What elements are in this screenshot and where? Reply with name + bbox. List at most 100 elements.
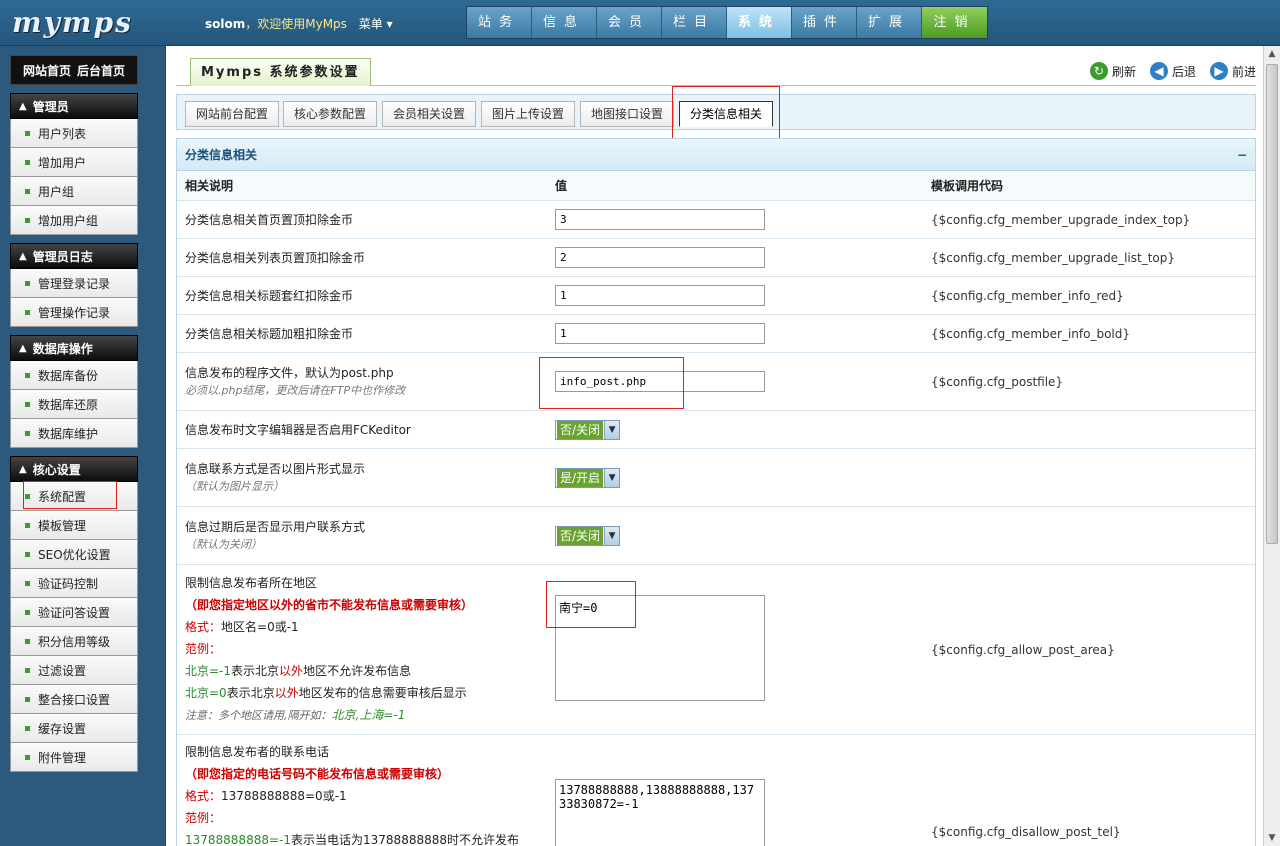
sidebar-item-seo[interactable]: SEO优化设置 xyxy=(10,540,138,569)
bullet-icon xyxy=(25,309,30,315)
column-header: 相关说明 值 模板调用代码 xyxy=(177,171,1255,201)
format-value: 地区名=0或-1 xyxy=(221,620,299,634)
nav-logout[interactable]: 注销 xyxy=(922,7,987,38)
setting-warning: （即您指定的电话号码不能发布信息或需要审核） xyxy=(185,767,450,781)
select-value: 是/开启 xyxy=(557,468,604,487)
disallow-tel-textarea[interactable]: 13788888888,13888888888,13733830872=-1 xyxy=(555,779,765,846)
admin-home-link[interactable]: 后台首页 xyxy=(77,62,125,79)
setting-label: 信息发布的程序文件，默认为post.php xyxy=(185,365,394,380)
bullet-icon xyxy=(25,130,30,136)
example-text: 表示北京 xyxy=(231,664,280,678)
nav-info[interactable]: 信息 xyxy=(532,7,597,38)
sidebar-item-label: 用户组 xyxy=(38,184,75,199)
sidebar-item-db-backup[interactable]: 数据库备份 xyxy=(10,361,138,390)
list-top-coin-input[interactable] xyxy=(555,247,765,268)
tab-member-config[interactable]: 会员相关设置 xyxy=(382,101,477,127)
fckeditor-select[interactable]: 否/关闭 ▼ xyxy=(555,419,621,440)
nav-station[interactable]: 站务 xyxy=(467,7,532,38)
example-code: 13788888888=-1 xyxy=(185,833,292,846)
nav-system[interactable]: 系统 xyxy=(727,7,792,38)
setting-label: 信息过期后是否显示用户联系方式 xyxy=(185,519,366,534)
refresh-label: 刷新 xyxy=(1111,64,1136,79)
nav-extend[interactable]: 扩展 xyxy=(857,7,922,38)
refresh-button[interactable]: ↻ 刷新 xyxy=(1089,62,1136,80)
sidebar-item-label: 附件管理 xyxy=(38,750,87,765)
sidebar-item-operation-log[interactable]: 管理操作记录 xyxy=(10,298,138,327)
tab-core-config[interactable]: 核心参数配置 xyxy=(283,101,378,127)
sidebar-group-header[interactable]: ▲ 数据库操作 xyxy=(10,335,138,361)
bullet-icon xyxy=(25,217,30,223)
sidebar-item-filter[interactable]: 过滤设置 xyxy=(10,656,138,685)
bullet-icon xyxy=(25,551,30,557)
sidebar-group-header[interactable]: ▲ 核心设置 xyxy=(10,456,138,482)
example-label: 范例： xyxy=(185,811,222,825)
setting-label: 分类信息相关首页置顶扣除金币 xyxy=(185,212,354,227)
sidebar-item-label: 数据库备份 xyxy=(38,368,99,383)
allow-area-textarea[interactable]: 南宁=0 xyxy=(555,595,765,701)
sidebar-item-login-log[interactable]: 管理登录记录 xyxy=(10,269,138,298)
sidebar-item-label: 用户列表 xyxy=(38,126,87,141)
index-top-coin-input[interactable] xyxy=(555,209,765,230)
sidebar-item-label: 数据库还原 xyxy=(38,397,99,412)
format-line: 格式：地区名=0或-1 xyxy=(185,616,555,638)
tab-frontend-config[interactable]: 网站前台配置 xyxy=(185,101,280,127)
sidebar-item-add-user-group[interactable]: 增加用户组 xyxy=(10,206,138,235)
title-red-coin-input[interactable] xyxy=(555,285,765,306)
title-bold-coin-input[interactable] xyxy=(555,323,765,344)
sidebar-item-captcha[interactable]: 验证码控制 xyxy=(10,569,138,598)
nav-plugin[interactable]: 插件 xyxy=(792,7,857,38)
bullet-icon xyxy=(25,609,30,615)
nav-member[interactable]: 会员 xyxy=(597,7,662,38)
format-line: 格式：13788888888=0或-1 xyxy=(185,785,555,807)
sidebar-item-integration[interactable]: 整合接口设置 xyxy=(10,685,138,714)
post-file-input[interactable] xyxy=(555,371,765,392)
sidebar-item-credit-level[interactable]: 积分信用等级 xyxy=(10,627,138,656)
scrollbar[interactable]: ▲ ▼ xyxy=(1263,46,1280,846)
sidebar-item-add-user[interactable]: 增加用户 xyxy=(10,148,138,177)
sidebar-item-label: 数据库维护 xyxy=(38,426,99,441)
tab-map-api[interactable]: 地图接口设置 xyxy=(580,101,675,127)
bullet-icon xyxy=(25,580,30,586)
back-button[interactable]: ◀ 后退 xyxy=(1149,62,1196,80)
sidebar-item-user-list[interactable]: 用户列表 xyxy=(10,119,138,148)
sidebar-item-qa-verify[interactable]: 验证问答设置 xyxy=(10,598,138,627)
template-code: {$config.cfg_member_upgrade_index_top} xyxy=(931,212,1191,227)
sidebar-item-db-restore[interactable]: 数据库还原 xyxy=(10,390,138,419)
example-code: 北京=-1 xyxy=(185,664,232,678)
nav-column[interactable]: 栏目 xyxy=(662,7,727,38)
site-home-link[interactable]: 网站首页 xyxy=(23,62,71,79)
panel-header: 分类信息相关 − xyxy=(177,139,1255,171)
forward-button[interactable]: ▶ 前进 xyxy=(1209,62,1256,80)
sidebar-group-title: 数据库操作 xyxy=(32,341,93,356)
sidebar-item-template[interactable]: 模板管理 xyxy=(10,511,138,540)
example-line: 北京=0表示北京以外地区发布的信息需要审核后显示 xyxy=(185,682,555,704)
scroll-up-icon[interactable]: ▲ xyxy=(1264,46,1280,62)
sidebar-item-user-group[interactable]: 用户组 xyxy=(10,177,138,206)
sidebar-item-attachment[interactable]: 附件管理 xyxy=(10,743,138,772)
forward-label: 前进 xyxy=(1231,64,1256,79)
setting-hint: （默认为关闭） xyxy=(185,537,262,551)
tab-image-upload[interactable]: 图片上传设置 xyxy=(481,101,576,127)
sidebar-item-db-maintain[interactable]: 数据库维护 xyxy=(10,419,138,448)
expired-contact-select[interactable]: 否/关闭 ▼ xyxy=(555,525,621,546)
scroll-down-icon[interactable]: ▼ xyxy=(1264,830,1280,846)
back-label: 后退 xyxy=(1171,64,1196,79)
sidebar-item-system-config[interactable]: 系统配置 xyxy=(10,481,138,511)
contact-image-select[interactable]: 是/开启 ▼ xyxy=(555,467,621,488)
sidebar-group-header[interactable]: ▲ 管理员日志 xyxy=(10,243,138,269)
sidebar-group-header[interactable]: ▲ 管理员 xyxy=(10,93,138,119)
collapse-icon[interactable]: − xyxy=(1237,148,1247,162)
setting-row: 分类信息相关标题套红扣除金币 {$config.cfg_member_info_… xyxy=(177,277,1255,315)
sidebar-item-cache[interactable]: 缓存设置 xyxy=(10,714,138,743)
template-code: {$config.cfg_member_info_red} xyxy=(931,288,1124,303)
sidebar: 网站首页 后台首页 ▲ 管理员 用户列表 增加用户 用户组 增加用户组 ▲ 管理员日… xyxy=(10,55,138,780)
example-text: 表示北京 xyxy=(226,686,275,700)
bullet-icon xyxy=(25,638,30,644)
format-label: 格式： xyxy=(185,620,222,634)
scroll-thumb[interactable] xyxy=(1266,64,1278,544)
chevron-up-icon: ▲ xyxy=(19,463,27,475)
example-label: 范例： xyxy=(185,642,222,656)
arrow-right-icon: ▶ xyxy=(1209,62,1228,80)
menu-dropdown[interactable]: 菜单 ▾ xyxy=(359,17,393,31)
example-line: 北京=-1表示北京以外地区不允许发布信息 xyxy=(185,660,555,682)
